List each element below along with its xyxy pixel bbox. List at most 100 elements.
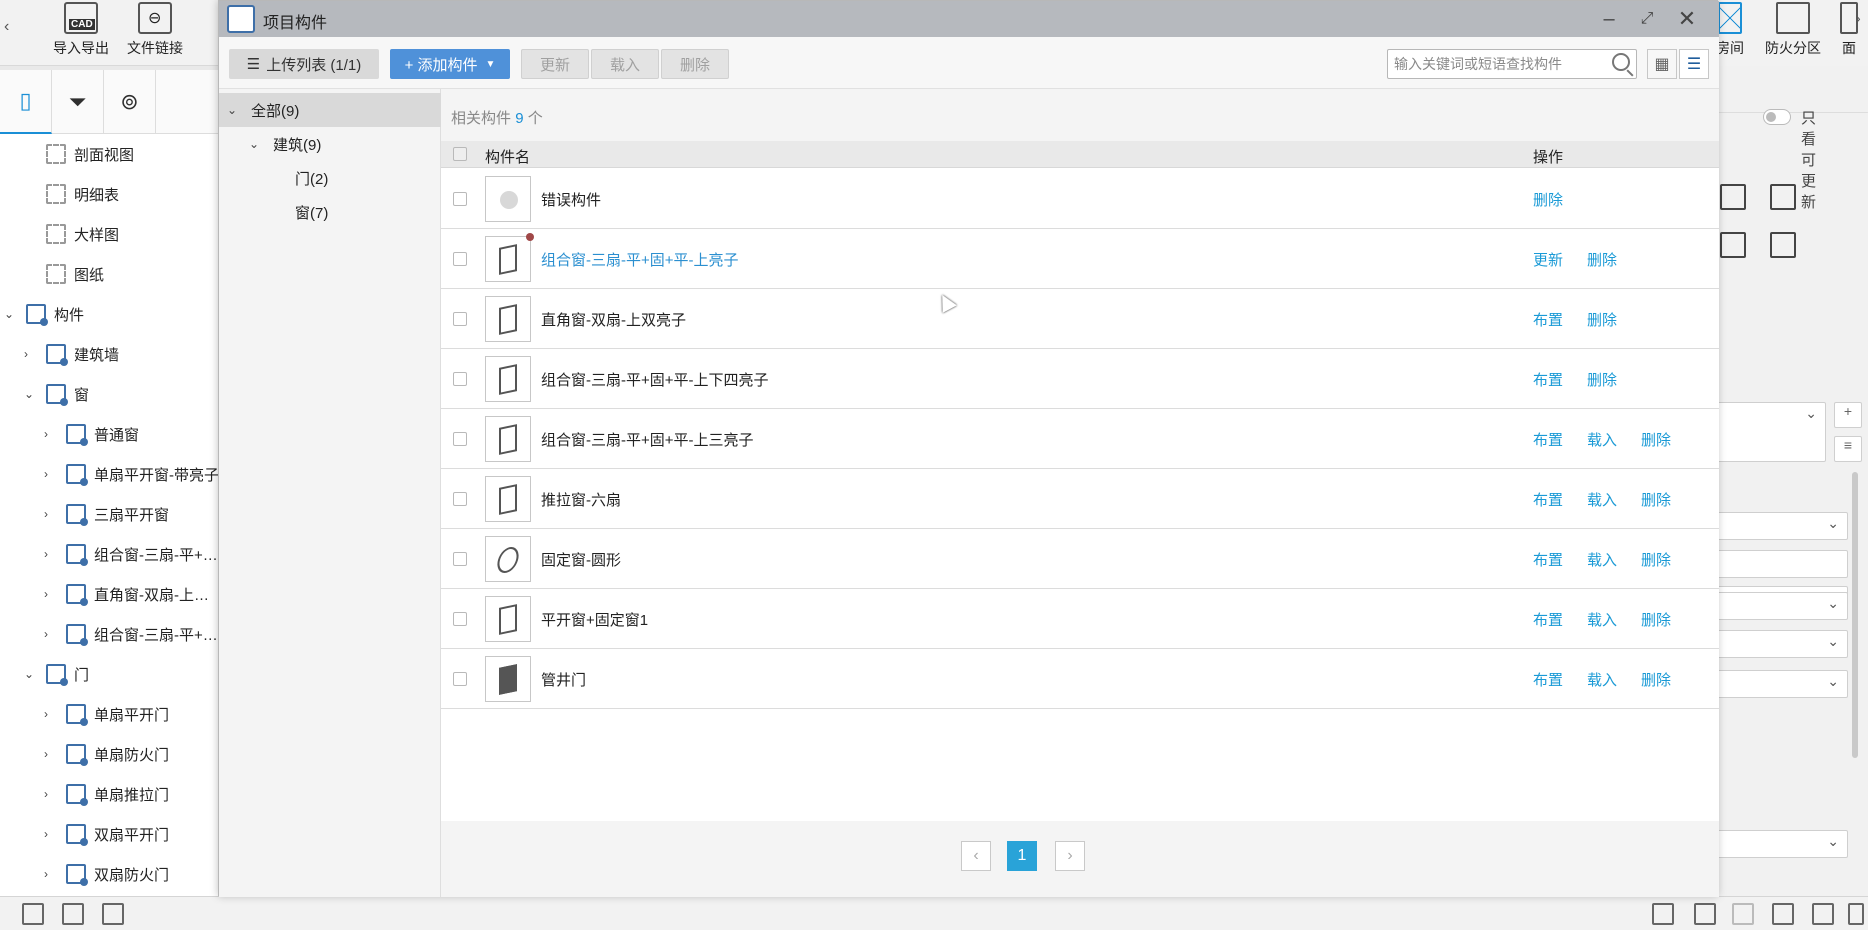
room-button[interactable]: 房间: [1716, 0, 1744, 66]
row-action-link[interactable]: 删除: [1641, 429, 1671, 450]
next-page-button[interactable]: ›: [1055, 841, 1085, 871]
row-checkbox[interactable]: [453, 252, 467, 266]
row-action-link[interactable]: 载入: [1587, 549, 1617, 570]
row-checkbox[interactable]: [453, 672, 467, 686]
tree-item[interactable]: › 普通窗: [44, 414, 139, 454]
search-input[interactable]: [1388, 50, 1598, 78]
chevron-right-icon[interactable]: ›: [44, 427, 58, 441]
row-action-link[interactable]: 载入: [1587, 429, 1617, 450]
row-action-link[interactable]: 删除: [1587, 369, 1617, 390]
tree-item[interactable]: › 直角窗-双扇-上…: [44, 574, 209, 614]
select-all-checkbox[interactable]: [453, 147, 467, 161]
chevron-down-icon[interactable]: ⌄: [4, 307, 18, 321]
box-icon[interactable]: [1812, 903, 1834, 925]
location-icon[interactable]: ⊚: [104, 70, 156, 134]
row-action-link[interactable]: 载入: [1587, 489, 1617, 510]
prop-select-4[interactable]: [1716, 670, 1848, 698]
search-icon[interactable]: [1612, 53, 1630, 71]
row-checkbox[interactable]: [453, 192, 467, 206]
delete-button[interactable]: 删除: [661, 49, 729, 79]
row-action-link[interactable]: 删除: [1641, 549, 1671, 570]
chevron-right-icon[interactable]: ›: [44, 707, 58, 721]
table-row[interactable]: 组合窗-三扇-平+固+平-上三亮子 布置 载入 删除: [441, 409, 1719, 469]
row-action-link[interactable]: 载入: [1587, 609, 1617, 630]
chevron-right-icon[interactable]: ›: [44, 747, 58, 761]
tree-item[interactable]: › 单扇防火门: [44, 734, 169, 774]
row-action-link[interactable]: 删除: [1641, 489, 1671, 510]
update-button[interactable]: 更新: [521, 49, 589, 79]
snap-icon[interactable]: [1652, 903, 1674, 925]
add-component-button[interactable]: + 添加构件 ▼: [390, 49, 510, 79]
row-action-link[interactable]: 载入: [1587, 669, 1617, 690]
table-row[interactable]: 组合窗-三扇-平+固+平-上亮子 更新 删除: [441, 229, 1719, 289]
table-row[interactable]: 组合窗-三扇-平+固+平-上下四亮子 布置 删除: [441, 349, 1719, 409]
chevron-down-icon[interactable]: ⌄: [24, 667, 38, 681]
tree-item[interactable]: › 三扇平开窗: [44, 494, 169, 534]
row-action-link[interactable]: 布置: [1533, 609, 1563, 630]
chevron-right-icon[interactable]: ›: [44, 547, 58, 561]
row-action-link[interactable]: 删除: [1533, 189, 1563, 210]
table-row[interactable]: 推拉窗-六扇 布置 载入 删除: [441, 469, 1719, 529]
row-action-link[interactable]: 布置: [1533, 429, 1563, 450]
filter-icon[interactable]: ⏷: [52, 70, 104, 134]
tree-item[interactable]: › 双扇平开门: [44, 814, 169, 854]
row-checkbox[interactable]: [453, 552, 467, 566]
upload-list-button[interactable]: ☰ 上传列表 (1/1): [229, 49, 379, 79]
table-row[interactable]: 管井门 布置 载入 删除: [441, 649, 1719, 709]
tree-item[interactable]: › 单扇平开门: [44, 694, 169, 734]
tree-item[interactable]: ⌄ 构件: [4, 294, 84, 334]
row-action-link[interactable]: 布置: [1533, 669, 1563, 690]
chevron-right-icon[interactable]: ›: [44, 867, 58, 881]
minimize-icon[interactable]: –: [1595, 5, 1623, 33]
row-action-link[interactable]: 删除: [1641, 609, 1671, 630]
table-row[interactable]: 平开窗+固定窗1 布置 载入 删除: [441, 589, 1719, 649]
row-action-link[interactable]: 删除: [1641, 669, 1671, 690]
tree-item[interactable]: › 单扇平开窗-带亮子: [44, 454, 219, 494]
category-item[interactable]: 窗(7): [219, 195, 441, 229]
chevron-right-icon[interactable]: ›: [44, 827, 58, 841]
prop-input-1[interactable]: [1716, 550, 1848, 578]
page-1-button[interactable]: 1: [1007, 841, 1037, 871]
row-action-link[interactable]: 更新: [1533, 249, 1563, 270]
chevron-right-icon[interactable]: ›: [44, 627, 58, 641]
row-checkbox[interactable]: [453, 312, 467, 326]
table-row[interactable]: 直角窗-双扇-上双亮子 布置 删除: [441, 289, 1719, 349]
dialog-title-bar[interactable]: 项目构件 – ⤢ ✕: [219, 1, 1719, 37]
row-action-link[interactable]: 布置: [1533, 309, 1563, 330]
type-select[interactable]: [1716, 402, 1826, 462]
mirror-icon[interactable]: [1720, 232, 1746, 258]
row-action-link[interactable]: 删除: [1587, 309, 1617, 330]
tree-item[interactable]: › 建筑墙: [24, 334, 119, 374]
trash-icon[interactable]: [1770, 232, 1796, 258]
table-row[interactable]: 固定窗-圆形 布置 载入 删除: [441, 529, 1719, 589]
maximize-icon[interactable]: ⤢: [1633, 5, 1661, 33]
row-checkbox[interactable]: [453, 372, 467, 386]
chevron-right-icon[interactable]: ›: [24, 347, 38, 361]
tree-item[interactable]: › 组合窗-三扇-平+…: [44, 614, 218, 654]
prop-select-1[interactable]: [1716, 512, 1848, 540]
settings-icon[interactable]: ≡: [1834, 436, 1862, 462]
chevron-right-icon[interactable]: ›: [44, 467, 58, 481]
layout-icon-2[interactable]: [62, 903, 84, 925]
tree-item[interactable]: › 双扇防火门: [44, 854, 169, 894]
tree-item[interactable]: 明细表: [24, 174, 119, 214]
render-icon[interactable]: [1772, 903, 1794, 925]
scrollbar[interactable]: [1852, 472, 1858, 758]
category-item[interactable]: ⌄ 建筑(9): [219, 127, 441, 161]
ribbon-scroll-right-icon[interactable]: ›: [1856, 10, 1861, 26]
ribbon-scroll-left-icon[interactable]: ‹: [4, 18, 9, 36]
target-icon[interactable]: [1848, 903, 1864, 925]
tree-item[interactable]: 大样图: [24, 214, 119, 254]
grid-view-icon[interactable]: ▦: [1647, 49, 1677, 79]
category-item[interactable]: ⌄ 全部(9): [219, 93, 441, 127]
layout-icon-3[interactable]: [102, 903, 124, 925]
tree-item[interactable]: › 组合窗-三扇-平+…: [44, 534, 218, 574]
tree-item[interactable]: 图纸: [24, 254, 104, 294]
row-checkbox[interactable]: [453, 492, 467, 506]
row-checkbox[interactable]: [453, 432, 467, 446]
prop-select-5[interactable]: [1716, 830, 1848, 858]
prop-select-3[interactable]: [1716, 630, 1848, 658]
cube-icon[interactable]: [1694, 903, 1716, 925]
row-checkbox[interactable]: [453, 612, 467, 626]
panel-tab-icon[interactable]: ▯: [0, 70, 52, 134]
